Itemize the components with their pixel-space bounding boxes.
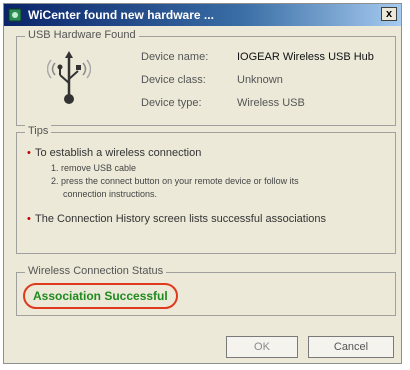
cancel-button[interactable]: Cancel — [308, 336, 394, 358]
ok-button[interactable]: OK — [226, 336, 298, 358]
status-message: Association Successful — [23, 283, 178, 309]
usb-wireless-icon — [47, 51, 91, 104]
title-bar[interactable]: WiCenter found new hardware ... x — [4, 4, 401, 26]
device-class-value: Unknown — [237, 74, 283, 86]
tips-label: Tips — [25, 125, 52, 137]
hardware-found-dialog: WiCenter found new hardware ... x USB Ha… — [3, 3, 402, 364]
tip-step-1: 1. remove USB cable — [51, 163, 137, 173]
tip-step-2-continued: connection instructions. — [63, 189, 158, 199]
wicenter-app-icon — [8, 8, 22, 22]
wireless-connection-status-group: Wireless Connection Status Association S… — [16, 265, 396, 316]
tip-text: To establish a wireless connection — [35, 147, 202, 159]
device-type-value: Wireless USB — [237, 97, 305, 109]
status-group-label: Wireless Connection Status — [25, 265, 167, 277]
device-type-label: Device type: — [141, 97, 202, 109]
device-name-label: Device name: — [141, 51, 209, 63]
tip-text: The Connection History screen lists succ… — [35, 213, 327, 225]
bullet-icon: • — [27, 213, 31, 225]
usb-group-label: USB Hardware Found — [25, 29, 139, 41]
window-title: WiCenter found new hardware ... — [28, 8, 214, 22]
tip-step-2: 2. press the connect button on your remo… — [51, 176, 299, 186]
tips-group: Tips • To establish a wireless connectio… — [16, 125, 396, 254]
device-class-label: Device class: — [141, 74, 206, 86]
bullet-icon: • — [27, 147, 31, 159]
device-name-value: IOGEAR Wireless USB Hub — [237, 51, 374, 63]
usb-hardware-found-group: USB Hardware Found Device name: IOGEAR W… — [16, 29, 396, 126]
close-button[interactable]: x — [381, 7, 397, 21]
